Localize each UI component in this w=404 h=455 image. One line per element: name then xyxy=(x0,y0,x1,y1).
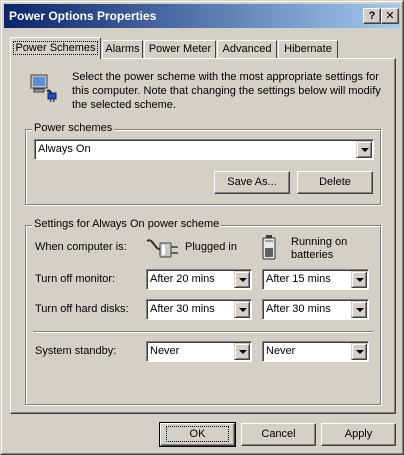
turn-off-hard-disks-label: Turn off hard disks: xyxy=(35,303,129,315)
standby-battery-select[interactable]: Never xyxy=(262,341,369,362)
chevron-down-icon[interactable] xyxy=(351,343,367,360)
delete-button[interactable]: Delete xyxy=(297,171,373,194)
ok-button-label: OK xyxy=(165,426,230,442)
batteries-label: Running on batteries xyxy=(291,236,348,261)
standby-plugged-select[interactable]: Never xyxy=(146,341,252,362)
cancel-button[interactable]: Cancel xyxy=(241,423,316,446)
tab-power-schemes[interactable]: Power Schemes xyxy=(10,37,101,59)
disks-plugged-select[interactable]: After 30 mins xyxy=(146,299,252,320)
close-button[interactable]: ✕ xyxy=(381,8,399,24)
when-computer-label: When computer is: xyxy=(35,241,127,253)
power-options-window: Power Options Properties ? ✕ Power Schem… xyxy=(0,0,404,455)
chevron-down-icon[interactable] xyxy=(234,271,250,288)
system-standby-label: System standby: xyxy=(35,345,117,357)
power-scheme-select[interactable]: Always On xyxy=(34,139,374,160)
monitor-battery-select[interactable]: After 15 mins xyxy=(262,269,369,290)
settings-group-title: Settings for Always On power scheme xyxy=(32,218,222,230)
tab-power-meter[interactable]: Power Meter xyxy=(144,40,216,58)
title-bar[interactable]: Power Options Properties ? ✕ xyxy=(4,4,400,28)
power-plug-computer-icon xyxy=(30,74,57,102)
disks-plugged-value: After 30 mins xyxy=(150,303,215,315)
save-as-button[interactable]: Save As... xyxy=(214,171,290,194)
turn-off-monitor-label: Turn off monitor: xyxy=(35,273,116,285)
settings-divider xyxy=(33,331,373,333)
intro-text: Select the power scheme with the most ap… xyxy=(72,71,381,111)
window-title: Power Options Properties xyxy=(9,9,157,23)
apply-button[interactable]: Apply xyxy=(321,423,396,446)
chevron-down-icon[interactable] xyxy=(356,141,372,158)
monitor-battery-value: After 15 mins xyxy=(266,273,331,285)
disks-battery-value: After 30 mins xyxy=(266,303,331,315)
chevron-down-icon[interactable] xyxy=(351,271,367,288)
standby-battery-value: Never xyxy=(266,345,296,357)
power-scheme-value: Always On xyxy=(38,143,91,155)
chevron-down-icon[interactable] xyxy=(351,301,367,318)
power-plug-icon xyxy=(146,239,178,258)
chevron-down-icon[interactable] xyxy=(234,301,250,318)
tab-power-schemes-label: Power Schemes xyxy=(13,41,98,55)
standby-plugged-value: Never xyxy=(150,345,180,357)
chevron-down-icon[interactable] xyxy=(234,343,250,360)
plugged-in-label: Plugged in xyxy=(185,241,237,253)
monitor-plugged-value: After 20 mins xyxy=(150,273,215,285)
tab-advanced[interactable]: Advanced xyxy=(217,40,277,58)
disks-battery-select[interactable]: After 30 mins xyxy=(262,299,369,320)
monitor-plugged-select[interactable]: After 20 mins xyxy=(146,269,252,290)
tab-alarms[interactable]: Alarms xyxy=(102,40,143,58)
tab-hibernate[interactable]: Hibernate xyxy=(278,40,338,58)
power-schemes-panel: Select the power scheme with the most ap… xyxy=(10,58,396,414)
battery-icon xyxy=(262,235,276,260)
power-schemes-group-title: Power schemes xyxy=(32,122,115,134)
ok-button[interactable]: OK xyxy=(159,422,236,447)
help-button[interactable]: ? xyxy=(363,8,381,24)
